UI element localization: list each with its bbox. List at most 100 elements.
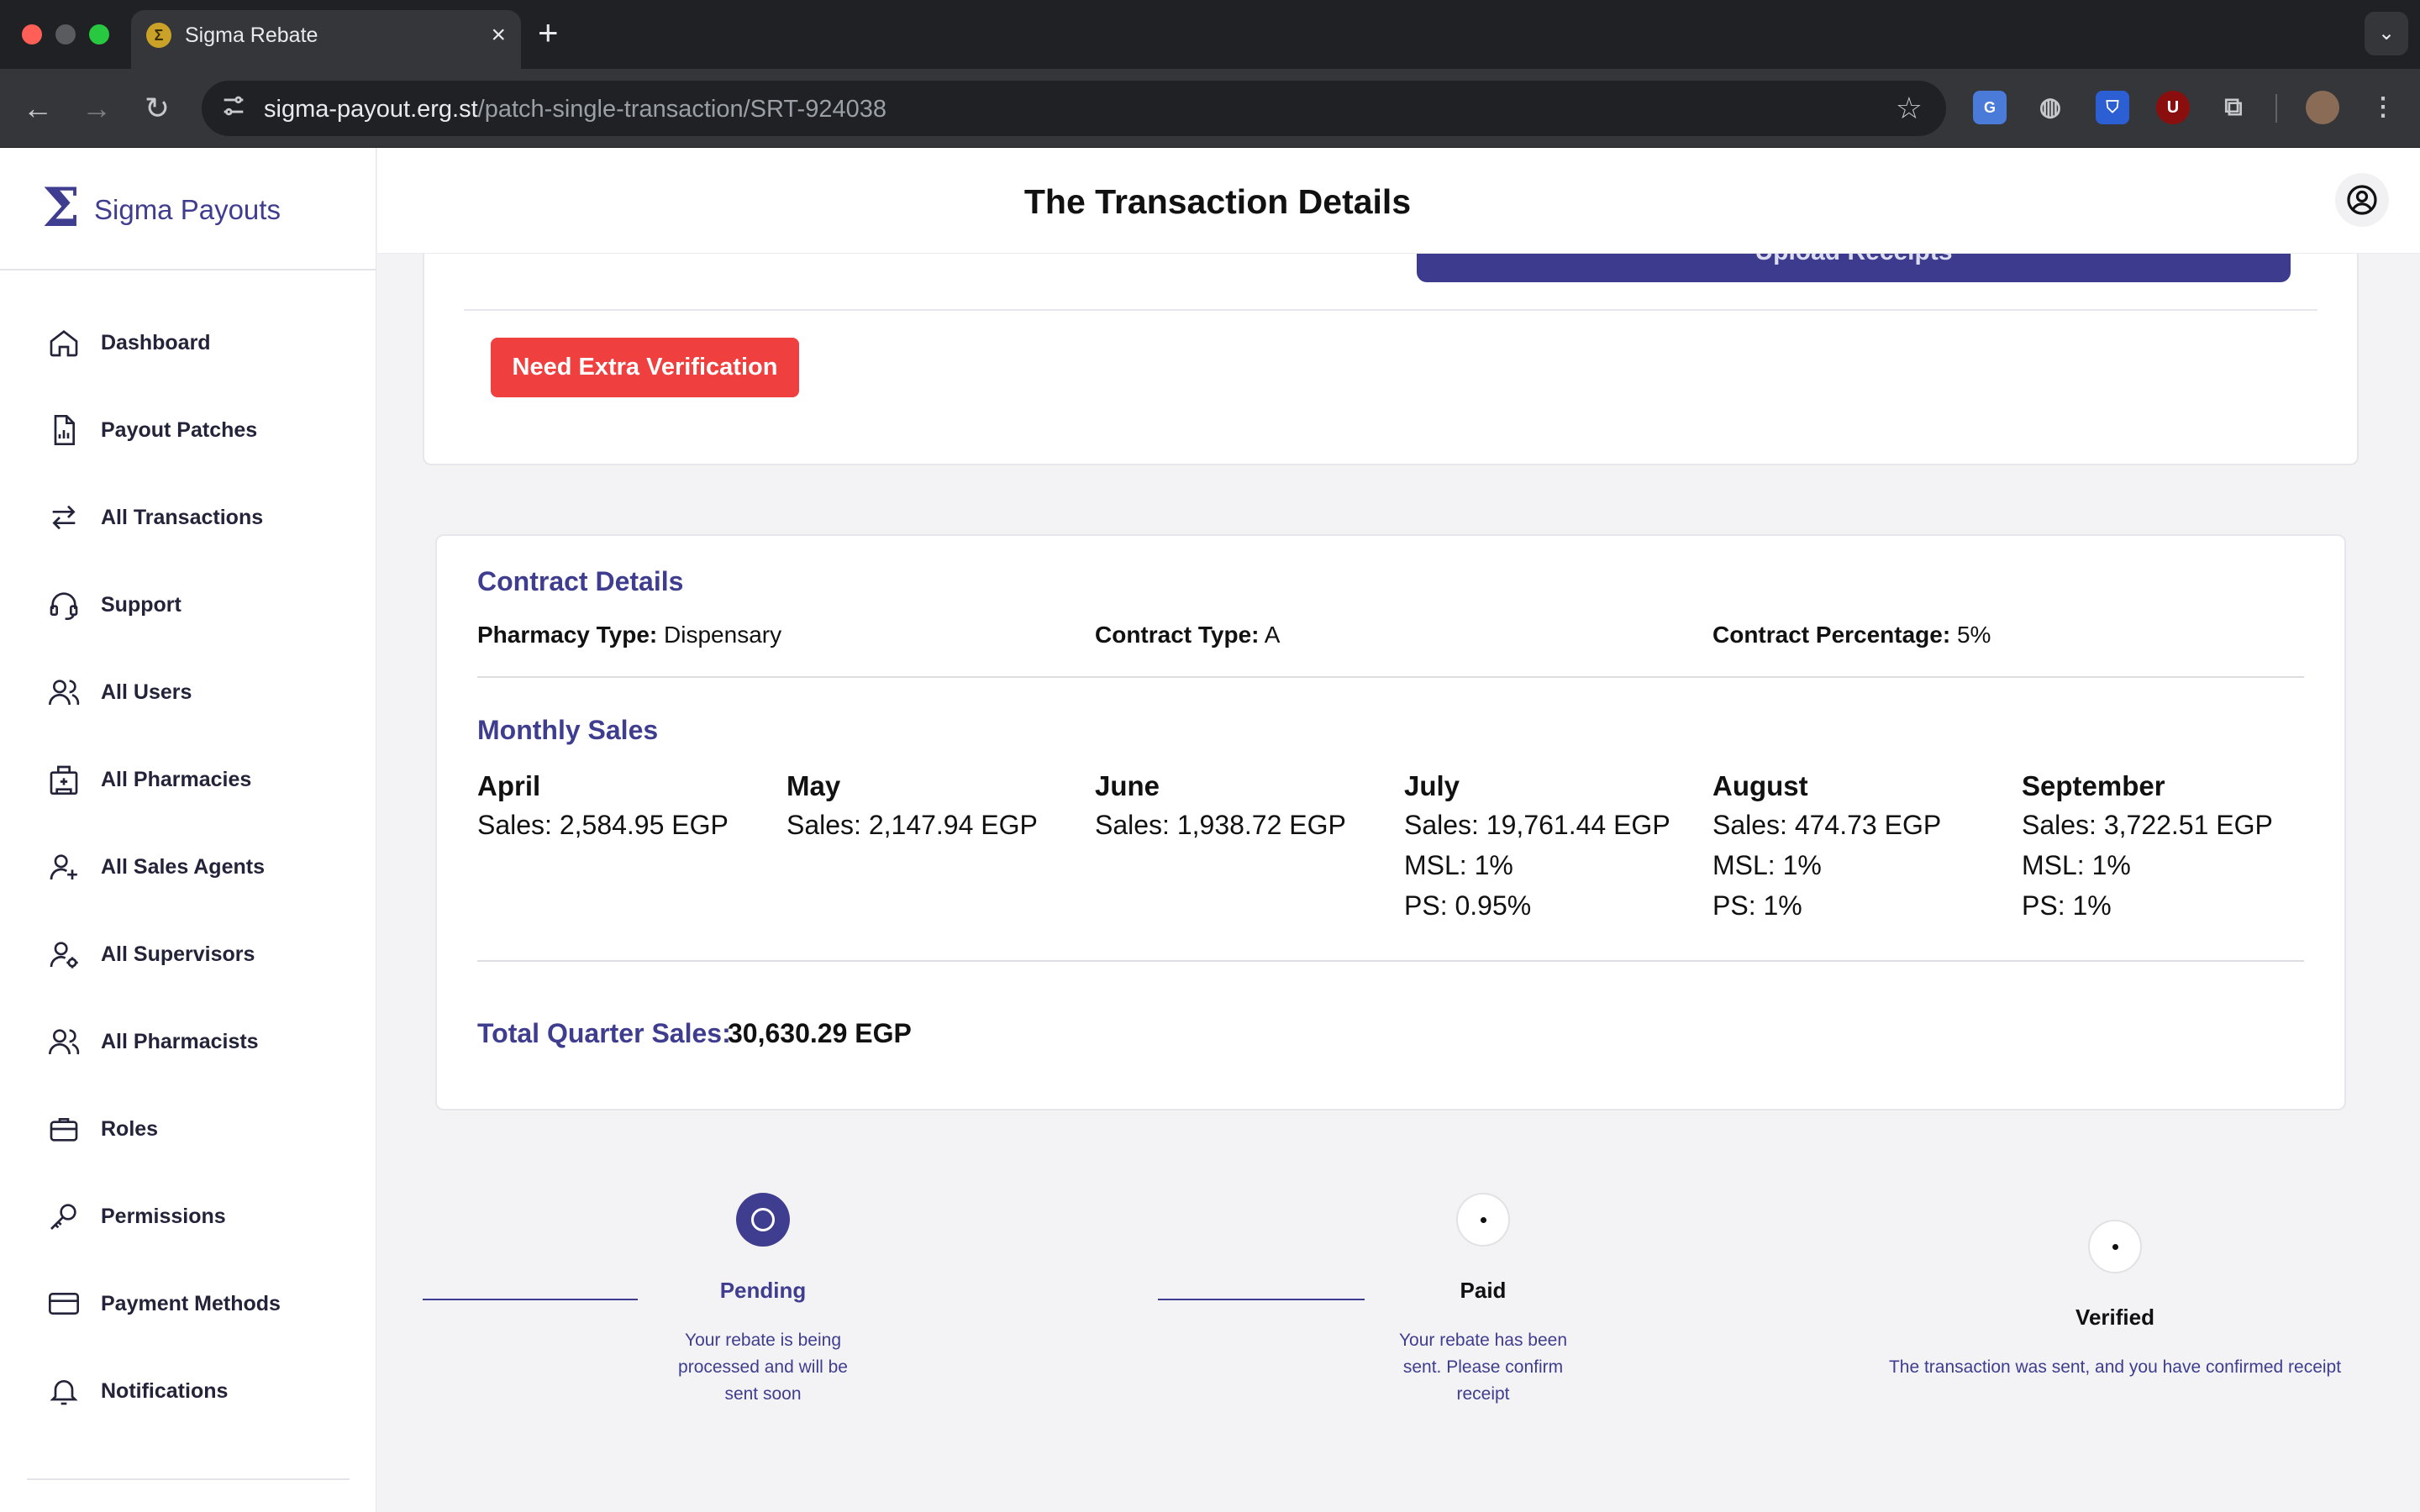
globe-extension-icon[interactable]: ◍ xyxy=(2033,91,2067,124)
sidebar-bottom-divider xyxy=(27,1478,350,1480)
ublock-extension-icon[interactable]: U xyxy=(2156,91,2190,124)
contract-details-title: Contract Details xyxy=(477,566,684,596)
sidebar-divider xyxy=(0,269,376,270)
browser-tab-bar: Σ Sigma Rebate × + ⌄ xyxy=(0,0,2420,69)
step-pending-indicator xyxy=(736,1193,790,1247)
sidebar-item-support[interactable]: Support xyxy=(0,588,376,675)
sidebar-item-all-sales-agents[interactable]: All Sales Agents xyxy=(0,850,376,937)
sidebar-item-payment-methods[interactable]: Payment Methods xyxy=(0,1287,376,1374)
pharmacy-type-label: Pharmacy Type: xyxy=(477,622,658,648)
window-minimize-button[interactable] xyxy=(55,24,76,45)
step-paid-description: Your rebate has been sent. Please confir… xyxy=(1398,1331,1568,1404)
back-arrow-icon[interactable]: ← xyxy=(17,87,59,129)
sidebar-item-label: All Pharmacists xyxy=(101,1030,259,1053)
headset-icon xyxy=(50,592,78,620)
circle-icon xyxy=(751,1208,775,1231)
reload-icon[interactable]: ↻ xyxy=(136,87,178,129)
sidebar-item-all-users[interactable]: All Users xyxy=(0,675,376,763)
month-name: June xyxy=(1095,770,1160,801)
extensions-puzzle-icon[interactable]: ⧉ xyxy=(2217,91,2250,124)
month-sales: Sales: 474.73 EGP xyxy=(1712,810,1942,840)
brand-name: Sigma Payouts xyxy=(94,194,281,225)
sidebar-item-notifications[interactable]: Notifications xyxy=(0,1374,376,1462)
new-tab-plus-icon[interactable]: + xyxy=(538,12,559,54)
contract-type: Contract Type: A xyxy=(1095,620,1280,650)
sidebar-item-label: Dashboard xyxy=(101,331,211,354)
dot-icon xyxy=(1481,1217,1486,1223)
month-sales: Sales: 1,938.72 EGP xyxy=(1095,810,1346,840)
month-name: April xyxy=(477,770,541,801)
month-ps: PS: 1% xyxy=(2022,890,2112,921)
section-divider xyxy=(477,960,2304,962)
sidebar-item-label: Notifications xyxy=(101,1379,229,1403)
sigma-favicon-icon: Σ xyxy=(146,23,171,48)
month-sales: Sales: 2,147.94 EGP xyxy=(786,810,1038,840)
sidebar-item-label: All Users xyxy=(101,680,192,704)
url-host: sigma-payout.erg.st xyxy=(264,96,478,123)
month-name: July xyxy=(1404,770,1460,801)
sidebar-item-dashboard[interactable]: Dashboard xyxy=(0,326,376,413)
sidebar-item-permissions[interactable]: Permissions xyxy=(0,1200,376,1287)
bookmark-star-icon[interactable]: ☆ xyxy=(1896,91,1923,126)
month-sales: Sales: 3,722.51 EGP xyxy=(2022,810,2273,840)
step-paid-indicator xyxy=(1456,1193,1510,1247)
shield-extension-icon[interactable]: ⛉ xyxy=(2096,91,2129,124)
profile-button[interactable] xyxy=(2335,173,2389,227)
sidebar-item-label: All Sales Agents xyxy=(101,855,265,879)
month-ps: PS: 0.95% xyxy=(1404,890,1532,921)
sidebar-item-all-supervisors[interactable]: All Supervisors xyxy=(0,937,376,1025)
contract-type-label: Contract Type: xyxy=(1095,622,1260,648)
address-bar[interactable]: sigma-payout.erg.st/patch-single-transac… xyxy=(202,81,1946,136)
building-icon xyxy=(50,765,78,795)
step-verified-indicator xyxy=(2088,1220,2142,1273)
sigma-logo-icon: Σ xyxy=(42,176,81,239)
sidebar-item-label: All Transactions xyxy=(101,506,264,529)
step-verified-label: Verified xyxy=(2075,1305,2154,1330)
sidebar-nav: Dashboard Payout Patches All Transaction… xyxy=(0,326,376,1462)
credit-card-icon xyxy=(49,1293,79,1315)
month-june: June Sales: 1,938.72 EGP xyxy=(1095,768,1397,845)
step-verified-description: The transaction was sent, and you have c… xyxy=(1888,1357,2342,1377)
site-settings-icon[interactable] xyxy=(217,92,250,125)
month-april: April Sales: 2,584.95 EGP xyxy=(477,768,780,845)
user-circle-icon xyxy=(2347,185,2377,215)
tab-close-icon[interactable]: × xyxy=(491,20,506,50)
month-msl: MSL: 1% xyxy=(2022,850,2131,880)
need-extra-verification-button[interactable]: Need Extra Verification xyxy=(491,338,799,397)
sidebar-item-all-transactions[interactable]: All Transactions xyxy=(0,501,376,588)
user-plus-icon xyxy=(50,854,77,880)
url-text: sigma-payout.erg.st/patch-single-transac… xyxy=(264,95,886,123)
browser-menu-icon[interactable]: ⋮ xyxy=(2366,91,2400,124)
step-paid-label: Paid xyxy=(1460,1278,1507,1303)
step-pending-description: Your rebate is being processed and will … xyxy=(678,1331,848,1404)
sidebar-item-all-pharmacists[interactable]: All Pharmacists xyxy=(0,1025,376,1112)
key-icon xyxy=(50,1204,76,1230)
browser-toolbar: ← → ↻ sigma-payout.erg.st/patch-single-t… xyxy=(0,69,2420,148)
home-icon xyxy=(50,329,78,357)
translate-extension-icon[interactable]: G xyxy=(1973,91,2007,124)
sidebar-item-payout-patches[interactable]: Payout Patches xyxy=(0,413,376,501)
tab-search-chevron-icon[interactable]: ⌄ xyxy=(2365,12,2408,55)
window-maximize-button[interactable] xyxy=(89,24,109,45)
sidebar-item-roles[interactable]: Roles xyxy=(0,1112,376,1200)
sidebar-item-all-pharmacies[interactable]: All Pharmacies xyxy=(0,763,376,850)
url-path: /patch-single-transaction/SRT-924038 xyxy=(477,96,886,123)
browser-tab[interactable]: Σ Sigma Rebate × xyxy=(131,10,521,69)
sidebar-item-label: Permissions xyxy=(101,1205,226,1228)
user-avatar-icon[interactable] xyxy=(2306,91,2339,124)
window-close-button[interactable] xyxy=(22,24,42,45)
month-may: May Sales: 2,147.94 EGP xyxy=(786,768,1089,845)
toolbar-separator xyxy=(2275,94,2277,123)
briefcase-icon xyxy=(50,1118,78,1142)
arrows-exchange-icon xyxy=(52,505,76,530)
page-header: The Transaction Details xyxy=(377,148,2420,254)
sidebar-item-label: Payout Patches xyxy=(101,418,258,442)
month-ps: PS: 1% xyxy=(1712,890,1802,921)
month-name: September xyxy=(2022,770,2165,801)
card-divider xyxy=(464,309,2317,311)
month-july: July Sales: 19,761.44 EGP MSL: 1% PS: 0.… xyxy=(1404,768,1707,926)
sidebar-item-label: Support xyxy=(101,593,182,617)
forward-arrow-icon[interactable]: → xyxy=(76,87,118,129)
month-msl: MSL: 1% xyxy=(1404,850,1513,880)
sidebar-item-label: All Supervisors xyxy=(101,942,255,966)
